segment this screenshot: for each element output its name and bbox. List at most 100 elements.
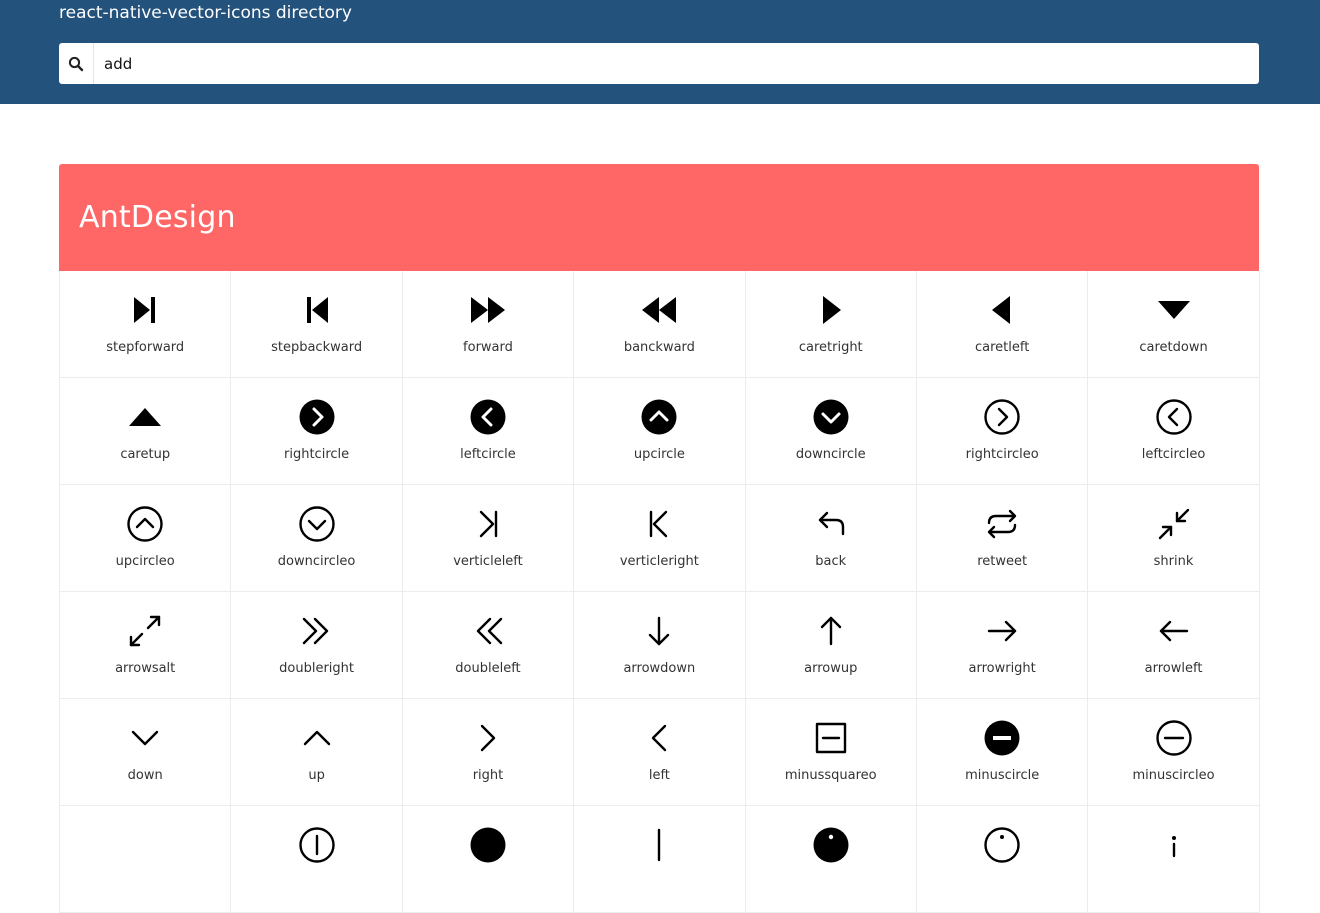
icon-tile-retweet[interactable]: retweet [916,485,1089,592]
icon-tile-pluscircleo[interactable] [231,806,403,913]
page-title: react-native-vector-icons directory [59,3,352,23]
icon-label: downcircle [795,447,866,462]
icon-tile-arrowleft[interactable]: arrowleft [1088,592,1260,699]
icon-tile-upcircle[interactable]: upcircle [574,378,746,485]
icon-tile-banckward[interactable]: banckward [574,271,746,378]
icon-tile-minuscircleo[interactable]: minuscircleo [1088,699,1260,806]
icon-label: verticleleft [453,554,523,569]
icon-label: down [127,768,163,783]
icon-label: leftcircleo [1141,447,1206,462]
plus-icon [640,826,678,864]
icon-tile-back[interactable]: back [745,485,917,592]
arrowdown-icon [640,612,678,650]
infocirlceo-icon [983,826,1021,864]
arrowleft-icon [1155,612,1193,650]
icon-label: downcircleo [277,554,356,569]
icon-tile-partial[interactable] [60,806,232,913]
icon-tile-forward[interactable]: forward [402,271,575,378]
icon-tile-downcircle[interactable]: downcircle [745,378,917,485]
icon-tile-left[interactable]: left [574,699,746,806]
icon-set-header: AntDesign [59,164,1259,271]
icon-tile-caretleft[interactable]: caretleft [916,271,1089,378]
icon-label: back [815,554,847,569]
icon-label: caretright [798,340,863,355]
icon-label: doubleright [279,661,355,676]
icon-tile-down[interactable]: down [60,699,232,806]
stepforward-icon [126,291,164,329]
icon-label: forward [463,340,513,355]
icon-label: up [308,768,325,783]
banckward-icon [640,291,678,329]
minuscircleo-icon [1155,719,1193,757]
minuscircle-icon [983,719,1021,757]
icon-tile-right[interactable]: right [402,699,575,806]
icon-label: caretdown [1139,340,1208,355]
caretright-icon [812,291,850,329]
icon-tile-minuscircle[interactable]: minuscircle [916,699,1089,806]
icon-tile-stepforward[interactable]: stepforward [60,271,232,378]
icon-tile-infocirlceo[interactable] [916,806,1089,913]
leftcircle-icon [469,398,507,436]
icon-tile-plus[interactable] [574,806,746,913]
icon-set-title: AntDesign [79,200,236,235]
icon-tile-arrowright[interactable]: arrowright [916,592,1089,699]
icon-label: stepbackward [271,340,363,355]
icon-label: retweet [977,554,1028,569]
icon-tile-stepbackward[interactable]: stepbackward [231,271,403,378]
icon-label: minuscircleo [1132,768,1215,783]
retweet-icon [983,505,1021,543]
arrowsalt-icon [126,612,164,650]
icon-tile-leftcircle[interactable]: leftcircle [402,378,575,485]
verticleleft-icon [469,505,507,543]
rightcircle-icon [298,398,336,436]
icon-label: minussquareo [784,768,877,783]
icon-tile-arrowdown[interactable]: arrowdown [574,592,746,699]
search-input[interactable] [94,43,1259,84]
icon-tile-pluscircle[interactable] [402,806,575,913]
icon-label: shrink [1153,554,1194,569]
icon-tile-verticleleft[interactable]: verticleleft [402,485,575,592]
upcircle-icon [640,398,678,436]
icon-label: minuscircle [965,768,1040,783]
right-icon [469,719,507,757]
icon-tile-caretright[interactable]: caretright [745,271,917,378]
icon-tile-arrowup[interactable]: arrowup [745,592,917,699]
info-icon [1155,826,1193,864]
icon-label: arrowup [804,661,858,676]
icon-tile-doubleright[interactable]: doubleright [231,592,403,699]
icon-label: arrowdown [623,661,696,676]
icon-tile-caretdown[interactable]: caretdown [1088,271,1260,378]
infocirlce-icon [812,826,850,864]
icon-label: caretup [120,447,171,462]
icon-tile-caretup[interactable]: caretup [60,378,232,485]
icon-tile-infocirlce[interactable] [745,806,917,913]
icon-label: upcircle [633,447,685,462]
icon-label: leftcircle [460,447,516,462]
rightcircleo-icon [983,398,1021,436]
search-box [59,43,1259,84]
icon-tile-info[interactable] [1088,806,1260,913]
icon-label: right [472,768,504,783]
icon-tile-upcircleo[interactable]: upcircleo [60,485,232,592]
icon-tile-up[interactable]: up [231,699,403,806]
icon-label: arrowsalt [115,661,176,676]
icon-tile-minussquareo[interactable]: minussquareo [745,699,917,806]
icon-set-antdesign: AntDesign stepforward stepbackward forward… [59,164,1260,913]
icon-tile-doubleleft[interactable]: doubleleft [402,592,575,699]
icon-tile-shrink[interactable]: shrink [1088,485,1260,592]
left-icon [640,719,678,757]
icon-tile-verticleright[interactable]: verticleright [574,485,746,592]
icon-tile-arrowsalt[interactable]: arrowsalt [60,592,232,699]
icon-tile-rightcircleo[interactable]: rightcircleo [916,378,1089,485]
doubleleft-icon [469,612,507,650]
verticleright-icon [640,505,678,543]
minussquareo-icon [812,719,850,757]
icon-tile-rightcircle[interactable]: rightcircle [231,378,403,485]
icon-label: banckward [623,340,695,355]
icon-label: stepforward [106,340,185,355]
arrowright-icon [983,612,1021,650]
search-icon [59,43,94,84]
icon-tile-leftcircleo[interactable]: leftcircleo [1088,378,1260,485]
icon-tile-downcircleo[interactable]: downcircleo [231,485,403,592]
doubleright-icon [298,612,336,650]
